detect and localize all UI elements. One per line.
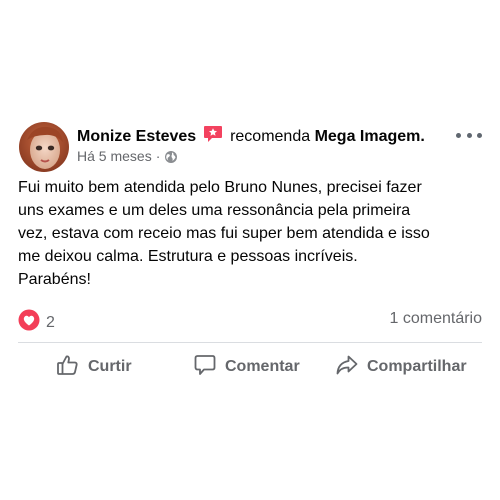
comment-bubble-icon [193, 353, 225, 382]
globe-icon [164, 150, 178, 168]
post-text-line: me deixou calma. Estrutura e pessoas inc… [18, 248, 358, 265]
comment-label: Comentar [225, 358, 300, 375]
thumbs-up-icon [56, 353, 88, 382]
page-name[interactable]: Mega Imagem. [315, 128, 425, 145]
meta-separator: · [155, 148, 161, 164]
action-bar: Curtir Comentar Compartilhar [0, 352, 500, 382]
more-options-icon[interactable] [456, 125, 482, 145]
comment-button[interactable]: Comentar [193, 352, 300, 382]
avatar[interactable] [19, 122, 69, 172]
share-label: Compartilhar [367, 358, 467, 375]
comment-count[interactable]: 1 comentário [390, 310, 483, 328]
post-text-line: Parabéns! [18, 271, 91, 288]
post-text-line: uns exames e um deles uma ressonância pe… [18, 202, 411, 219]
author-name[interactable]: Monize Esteves [77, 128, 196, 145]
reactions-summary[interactable]: 2 [18, 309, 55, 336]
love-reaction-icon [18, 309, 40, 336]
post-meta: Há 5 meses · [77, 147, 178, 168]
share-button[interactable]: Compartilhar [335, 352, 467, 382]
share-arrow-icon [335, 353, 367, 382]
reaction-count: 2 [46, 313, 55, 331]
like-button[interactable]: Curtir [56, 352, 132, 382]
author-line: Monize Esteves recomenda Mega Imagem. [77, 125, 425, 149]
recommend-verb: recomenda [230, 128, 311, 145]
post-text-line: Fui muito bem atendida pelo Bruno Nunes,… [18, 179, 422, 196]
like-label: Curtir [88, 358, 132, 375]
post-time[interactable]: Há 5 meses [77, 148, 152, 164]
post-text-line: vez, estava com receio mas fui super bem… [18, 225, 430, 242]
post-stats: 2 1 comentário [18, 309, 482, 331]
recommend-icon [203, 125, 223, 149]
review-post: Monize Esteves recomenda Mega Imagem. Há… [0, 0, 500, 500]
divider [18, 342, 482, 343]
post-text: Fui muito bem atendida pelo Bruno Nunes,… [18, 176, 488, 291]
